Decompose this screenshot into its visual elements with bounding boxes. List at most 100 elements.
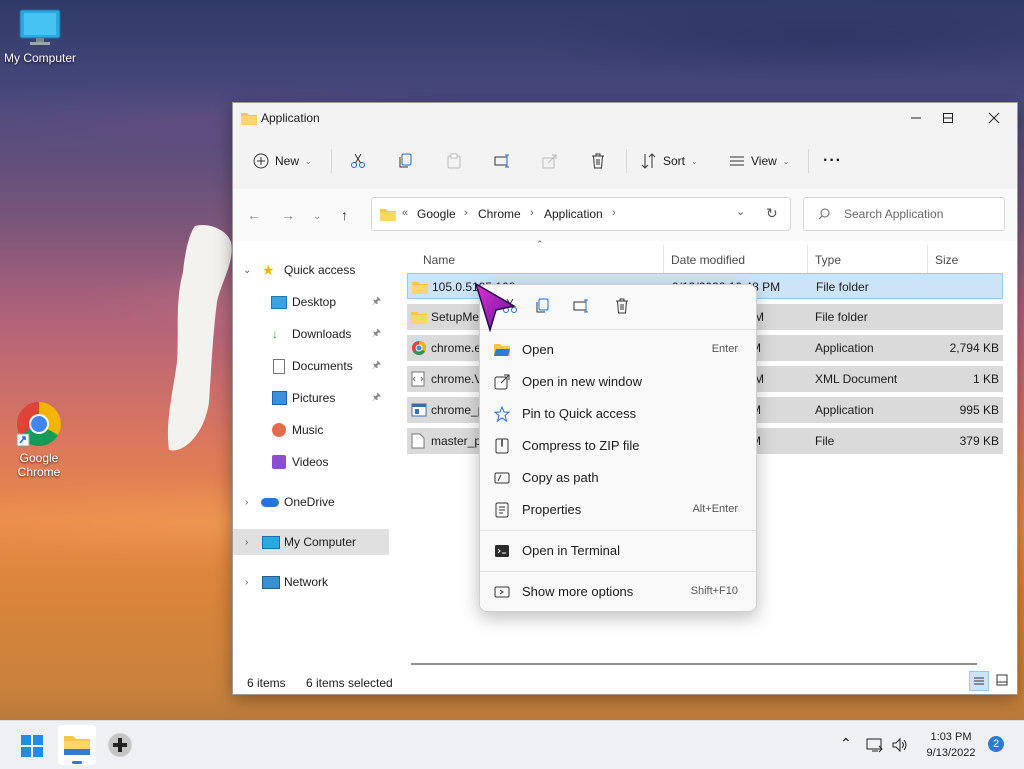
menu-open[interactable]: Open Enter	[484, 335, 752, 365]
nav-documents[interactable]: Documents 🖈	[233, 353, 389, 379]
music-icon	[272, 423, 286, 437]
close-button[interactable]	[971, 103, 1017, 133]
search-box[interactable]: Search Application	[803, 197, 1005, 231]
trash-icon[interactable]	[614, 298, 630, 314]
menu-open-terminal[interactable]: Open in Terminal	[484, 536, 752, 566]
file-name: chrome.e	[431, 341, 482, 355]
rename-icon	[494, 154, 509, 168]
file-size: 379 KB	[959, 434, 999, 448]
command-bar: New ⌄ Sort ⌄ View ⌄ ···	[233, 133, 1017, 190]
menu-label: Properties	[522, 502, 582, 517]
item-count: 6 items	[247, 676, 286, 690]
share-button[interactable]	[542, 147, 558, 175]
column-type[interactable]: Type	[815, 253, 841, 267]
column-name[interactable]: Name	[423, 253, 455, 267]
folder-icon	[380, 209, 396, 221]
menu-copy-as-path[interactable]: Copy as path	[484, 463, 752, 493]
search-placeholder: Search Application	[844, 207, 944, 221]
close-icon	[988, 112, 1000, 124]
clock-date: 9/13/2022	[926, 747, 976, 759]
paste-button[interactable]	[446, 147, 462, 175]
wallpaper-figure	[167, 224, 232, 451]
tiles-view-button[interactable]	[993, 671, 1013, 691]
nav-desktop[interactable]: Desktop 🖈	[233, 289, 389, 315]
nav-downloads[interactable]: ↓ Downloads 🖈	[233, 321, 389, 347]
file-name: chrome.V	[431, 372, 483, 386]
recent-locations-icon[interactable]: ⌄	[313, 211, 321, 222]
copy-icon[interactable]	[535, 298, 551, 314]
open-new-window-icon	[494, 374, 510, 390]
folder-icon	[412, 282, 428, 294]
sort-button[interactable]: Sort ⌄	[641, 147, 698, 175]
desktop-google-chrome[interactable]: Google Chrome	[0, 400, 79, 479]
maximize-button-area[interactable]	[925, 103, 971, 133]
nav-network[interactable]: › Network	[233, 569, 389, 595]
nav-label: Network	[284, 575, 329, 589]
new-button[interactable]: New ⌄	[253, 147, 312, 175]
volume-icon[interactable]	[891, 737, 909, 753]
nav-label: Music	[292, 423, 324, 437]
chevron-up-icon[interactable]: ⌃	[840, 735, 852, 752]
nav-pictures[interactable]: Pictures 🖈	[233, 385, 389, 411]
cut-button[interactable]	[350, 147, 366, 175]
horizontal-scrollbar[interactable]	[411, 663, 977, 665]
taskbar-app-button[interactable]	[108, 733, 132, 757]
breadcrumb-google[interactable]: Google	[417, 207, 456, 221]
menu-label: Pin to Quick access	[522, 406, 637, 421]
address-bar[interactable]: « Google › Chrome › Application › ⌄ ↻	[371, 197, 791, 231]
back-arrow-icon[interactable]: ←	[247, 207, 261, 223]
nav-videos[interactable]: Videos	[233, 449, 389, 475]
clock[interactable]: 1:03 PM 9/13/2022	[918, 729, 984, 761]
xml-document-icon	[411, 371, 425, 387]
up-arrow-icon[interactable]: ↑	[341, 207, 348, 223]
forward-arrow-icon[interactable]: →	[281, 207, 295, 223]
file-explorer-icon	[64, 736, 90, 755]
nav-my-computer[interactable]: › My Computer	[233, 529, 389, 555]
nav-onedrive[interactable]: › OneDrive	[233, 489, 389, 515]
zip-icon	[495, 438, 509, 454]
sort-ascending-icon: ⌃	[536, 239, 544, 249]
address-history-icon[interactable]: ⌄	[736, 205, 745, 218]
nav-label: Documents	[292, 359, 353, 373]
new-label: New	[275, 154, 300, 168]
menu-label: Open in new window	[522, 374, 642, 389]
file-size: 995 KB	[959, 403, 999, 417]
nav-label: Downloads	[292, 327, 352, 341]
chrome-icon	[412, 341, 426, 355]
copy-button[interactable]	[398, 147, 414, 175]
column-size[interactable]: Size	[935, 253, 958, 267]
file-size: 1 KB	[972, 372, 999, 386]
view-button[interactable]: View ⌄	[729, 147, 790, 175]
paste-icon	[447, 153, 461, 169]
menu-compress-zip[interactable]: Compress to ZIP file	[484, 431, 752, 461]
running-indicator	[72, 761, 82, 764]
column-date-modified[interactable]: Date modified	[671, 253, 745, 267]
breadcrumb-overflow[interactable]: «	[402, 207, 408, 219]
more-options-button[interactable]: ···	[823, 147, 842, 175]
tiles-view-icon	[996, 674, 1008, 686]
start-button[interactable]	[20, 734, 44, 761]
menu-show-more-options[interactable]: Show more options Shift+F10	[484, 577, 752, 607]
delete-button[interactable]	[590, 147, 606, 175]
notification-badge[interactable]: 2	[988, 736, 1004, 752]
breadcrumb-chrome[interactable]: Chrome	[478, 207, 521, 221]
column-divider	[663, 245, 664, 275]
rename-icon[interactable]	[573, 298, 591, 314]
file-type: File	[815, 434, 835, 448]
nav-music[interactable]: Music	[233, 417, 389, 443]
taskbar-file-explorer[interactable]	[58, 725, 96, 765]
cloud-icon	[261, 497, 279, 507]
refresh-icon[interactable]: ↻	[766, 205, 778, 222]
menu-open-new-window[interactable]: Open in new window	[484, 367, 752, 397]
trash-icon	[592, 153, 604, 169]
file-type: File folder	[815, 310, 868, 324]
desktop-my-computer[interactable]: My Computer	[0, 8, 80, 65]
scissors-icon	[351, 153, 365, 168]
menu-properties[interactable]: Properties Alt+Enter	[484, 495, 752, 525]
breadcrumb-application[interactable]: Application	[544, 207, 603, 221]
menu-label: Show more options	[522, 584, 634, 599]
rename-button[interactable]	[494, 147, 512, 175]
menu-pin-quick-access[interactable]: Pin to Quick access	[484, 399, 752, 429]
network-icon[interactable]	[866, 737, 884, 753]
details-view-button[interactable]	[969, 671, 989, 691]
